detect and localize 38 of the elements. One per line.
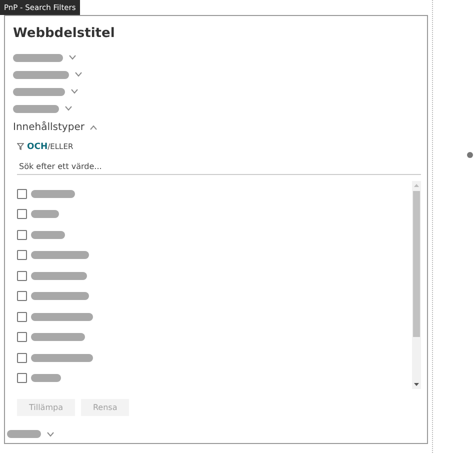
redaction-mark [31,230,65,239]
redaction-mark [31,251,89,260]
chevron-up-icon[interactable] [90,124,98,130]
redaction-mark [31,312,93,321]
redaction-mark [31,272,87,280]
webpart-title: Webbdelstitel [13,26,116,41]
redaction-mark [13,70,69,79]
checkbox[interactable] [17,373,27,384]
redaction-mark [31,354,93,362]
checkbox[interactable] [17,291,27,302]
redaction-mark [13,104,59,113]
checkbox[interactable] [17,332,27,342]
filter-icon [17,143,24,150]
redaction-mark [31,210,59,218]
chevron-down-icon[interactable] [69,55,76,60]
scroll-down-icon[interactable] [414,380,419,387]
chevron-down-icon[interactable] [71,89,78,94]
chevron-down-icon[interactable] [75,72,82,78]
chevron-down-icon[interactable] [47,432,54,437]
checkbox[interactable] [17,270,27,281]
search-field[interactable]: Sök efter ett värde... [17,158,421,175]
redaction-mark [13,54,63,62]
checkbox[interactable] [17,312,27,322]
redaction-mark [31,190,75,198]
chevron-down-icon[interactable] [65,106,72,112]
filter-label[interactable]: Innehållstyper [13,122,84,133]
checkbox[interactable] [17,352,27,363]
checkbox[interactable] [17,188,27,199]
checkbox[interactable] [17,230,27,240]
dot-icon [467,152,473,158]
redaction-mark [31,292,89,300]
redaction-mark [31,374,61,382]
scrollbar[interactable] [412,180,421,389]
checkbox[interactable] [17,209,27,220]
redaction-mark [13,88,65,96]
redaction-mark [7,430,41,438]
redaction-mark [31,333,85,342]
checkbox[interactable] [17,250,27,260]
